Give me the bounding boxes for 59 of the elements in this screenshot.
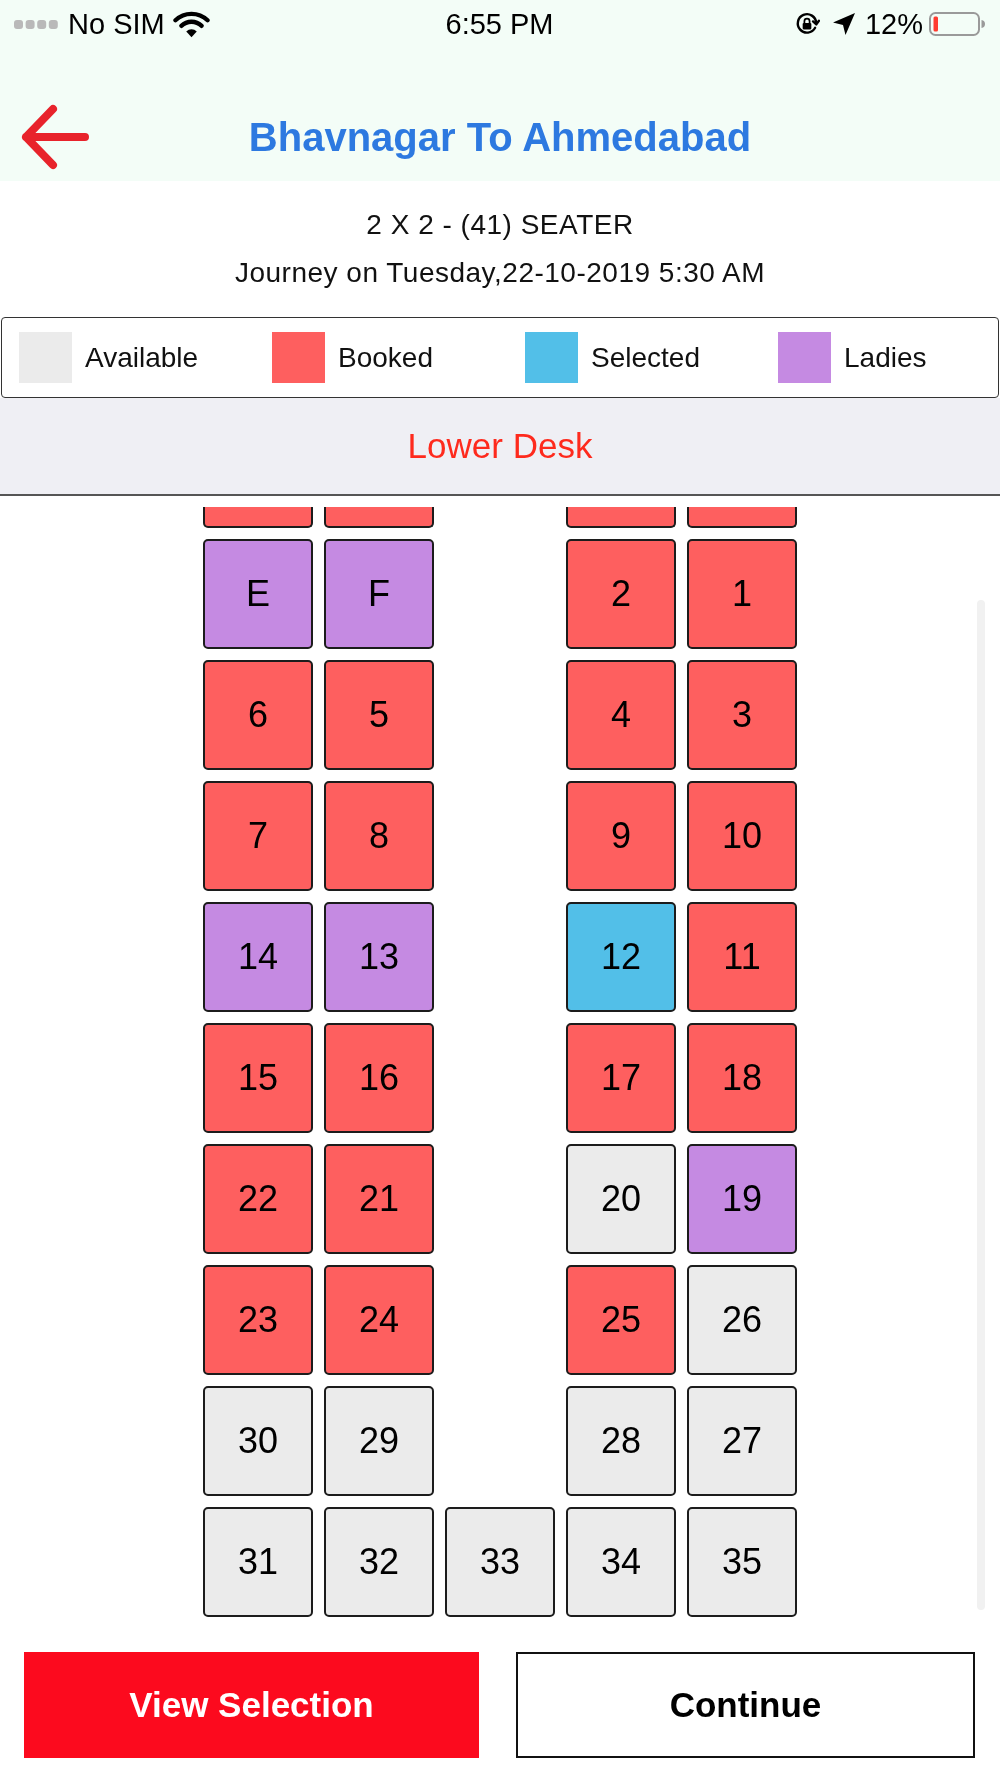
seat[interactable]: 14 xyxy=(203,902,313,1012)
carrier-text: No SIM xyxy=(68,7,165,41)
seat[interactable]: 10 xyxy=(687,781,797,891)
action-button[interactable]: Continue xyxy=(516,1652,975,1758)
seat[interactable]: 27 xyxy=(687,1386,797,1496)
route-title: Bhavnagar To Ahmedabad xyxy=(248,114,752,160)
seat[interactable]: 5 xyxy=(324,660,434,770)
seat[interactable]: 13 xyxy=(324,902,434,1012)
back-arrow-icon[interactable] xyxy=(20,104,90,170)
seat[interactable]: 35 xyxy=(687,1507,797,1617)
seat[interactable]: 32 xyxy=(324,1507,434,1617)
seat[interactable]: E xyxy=(203,539,313,649)
seat[interactable]: 3 xyxy=(687,660,797,770)
seat[interactable]: 4 xyxy=(566,660,676,770)
location-arrow-icon xyxy=(831,12,856,36)
seat[interactable] xyxy=(687,507,797,528)
seat[interactable]: 23 xyxy=(203,1265,313,1375)
seat[interactable]: 30 xyxy=(203,1386,313,1496)
seat[interactable]: 20 xyxy=(566,1144,676,1254)
seat[interactable]: 6 xyxy=(203,660,313,770)
wifi-icon xyxy=(172,10,210,38)
legend-label: Selected xyxy=(591,341,700,374)
seat[interactable]: 26 xyxy=(687,1265,797,1375)
seat[interactable]: 33 xyxy=(445,1507,555,1617)
battery-icon xyxy=(929,12,985,36)
seat[interactable]: 1 xyxy=(687,539,797,649)
legend-label: Booked xyxy=(338,341,433,374)
bus-type-text: 2 X 2 - (41) SEATER xyxy=(366,208,634,242)
journey-text: Journey on Tuesday,22-10-2019 5:30 AM xyxy=(234,256,766,290)
action-button[interactable]: View Selection xyxy=(24,1652,479,1758)
seat[interactable]: 12 xyxy=(566,902,676,1012)
seat[interactable]: 25 xyxy=(566,1265,676,1375)
seat[interactable]: 17 xyxy=(566,1023,676,1133)
clock-text: 6:55 PM xyxy=(445,7,554,41)
seat[interactable] xyxy=(324,507,434,528)
seat[interactable]: 22 xyxy=(203,1144,313,1254)
seat[interactable]: 19 xyxy=(687,1144,797,1254)
seat[interactable]: 9 xyxy=(566,781,676,891)
seat[interactable]: 21 xyxy=(324,1144,434,1254)
seat[interactable]: 18 xyxy=(687,1023,797,1133)
seat[interactable]: 16 xyxy=(324,1023,434,1133)
signal-dots-icon xyxy=(14,19,58,29)
seat[interactable]: 29 xyxy=(324,1386,434,1496)
legend-label: Ladies xyxy=(844,341,927,374)
seat[interactable]: 11 xyxy=(687,902,797,1012)
legend-label: Available xyxy=(85,341,199,374)
seat[interactable]: 7 xyxy=(203,781,313,891)
seat[interactable]: 28 xyxy=(566,1386,676,1496)
seat[interactable]: 2 xyxy=(566,539,676,649)
seat[interactable]: F xyxy=(324,539,434,649)
deck-title: Lower Desk xyxy=(407,426,593,466)
seat[interactable] xyxy=(203,507,313,528)
seat[interactable]: 24 xyxy=(324,1265,434,1375)
battery-percent-text: 12% xyxy=(864,7,923,41)
seat[interactable]: 34 xyxy=(566,1507,676,1617)
seat[interactable] xyxy=(566,507,676,528)
seat[interactable]: 31 xyxy=(203,1507,313,1617)
seat[interactable]: 15 xyxy=(203,1023,313,1133)
seat[interactable]: 8 xyxy=(324,781,434,891)
